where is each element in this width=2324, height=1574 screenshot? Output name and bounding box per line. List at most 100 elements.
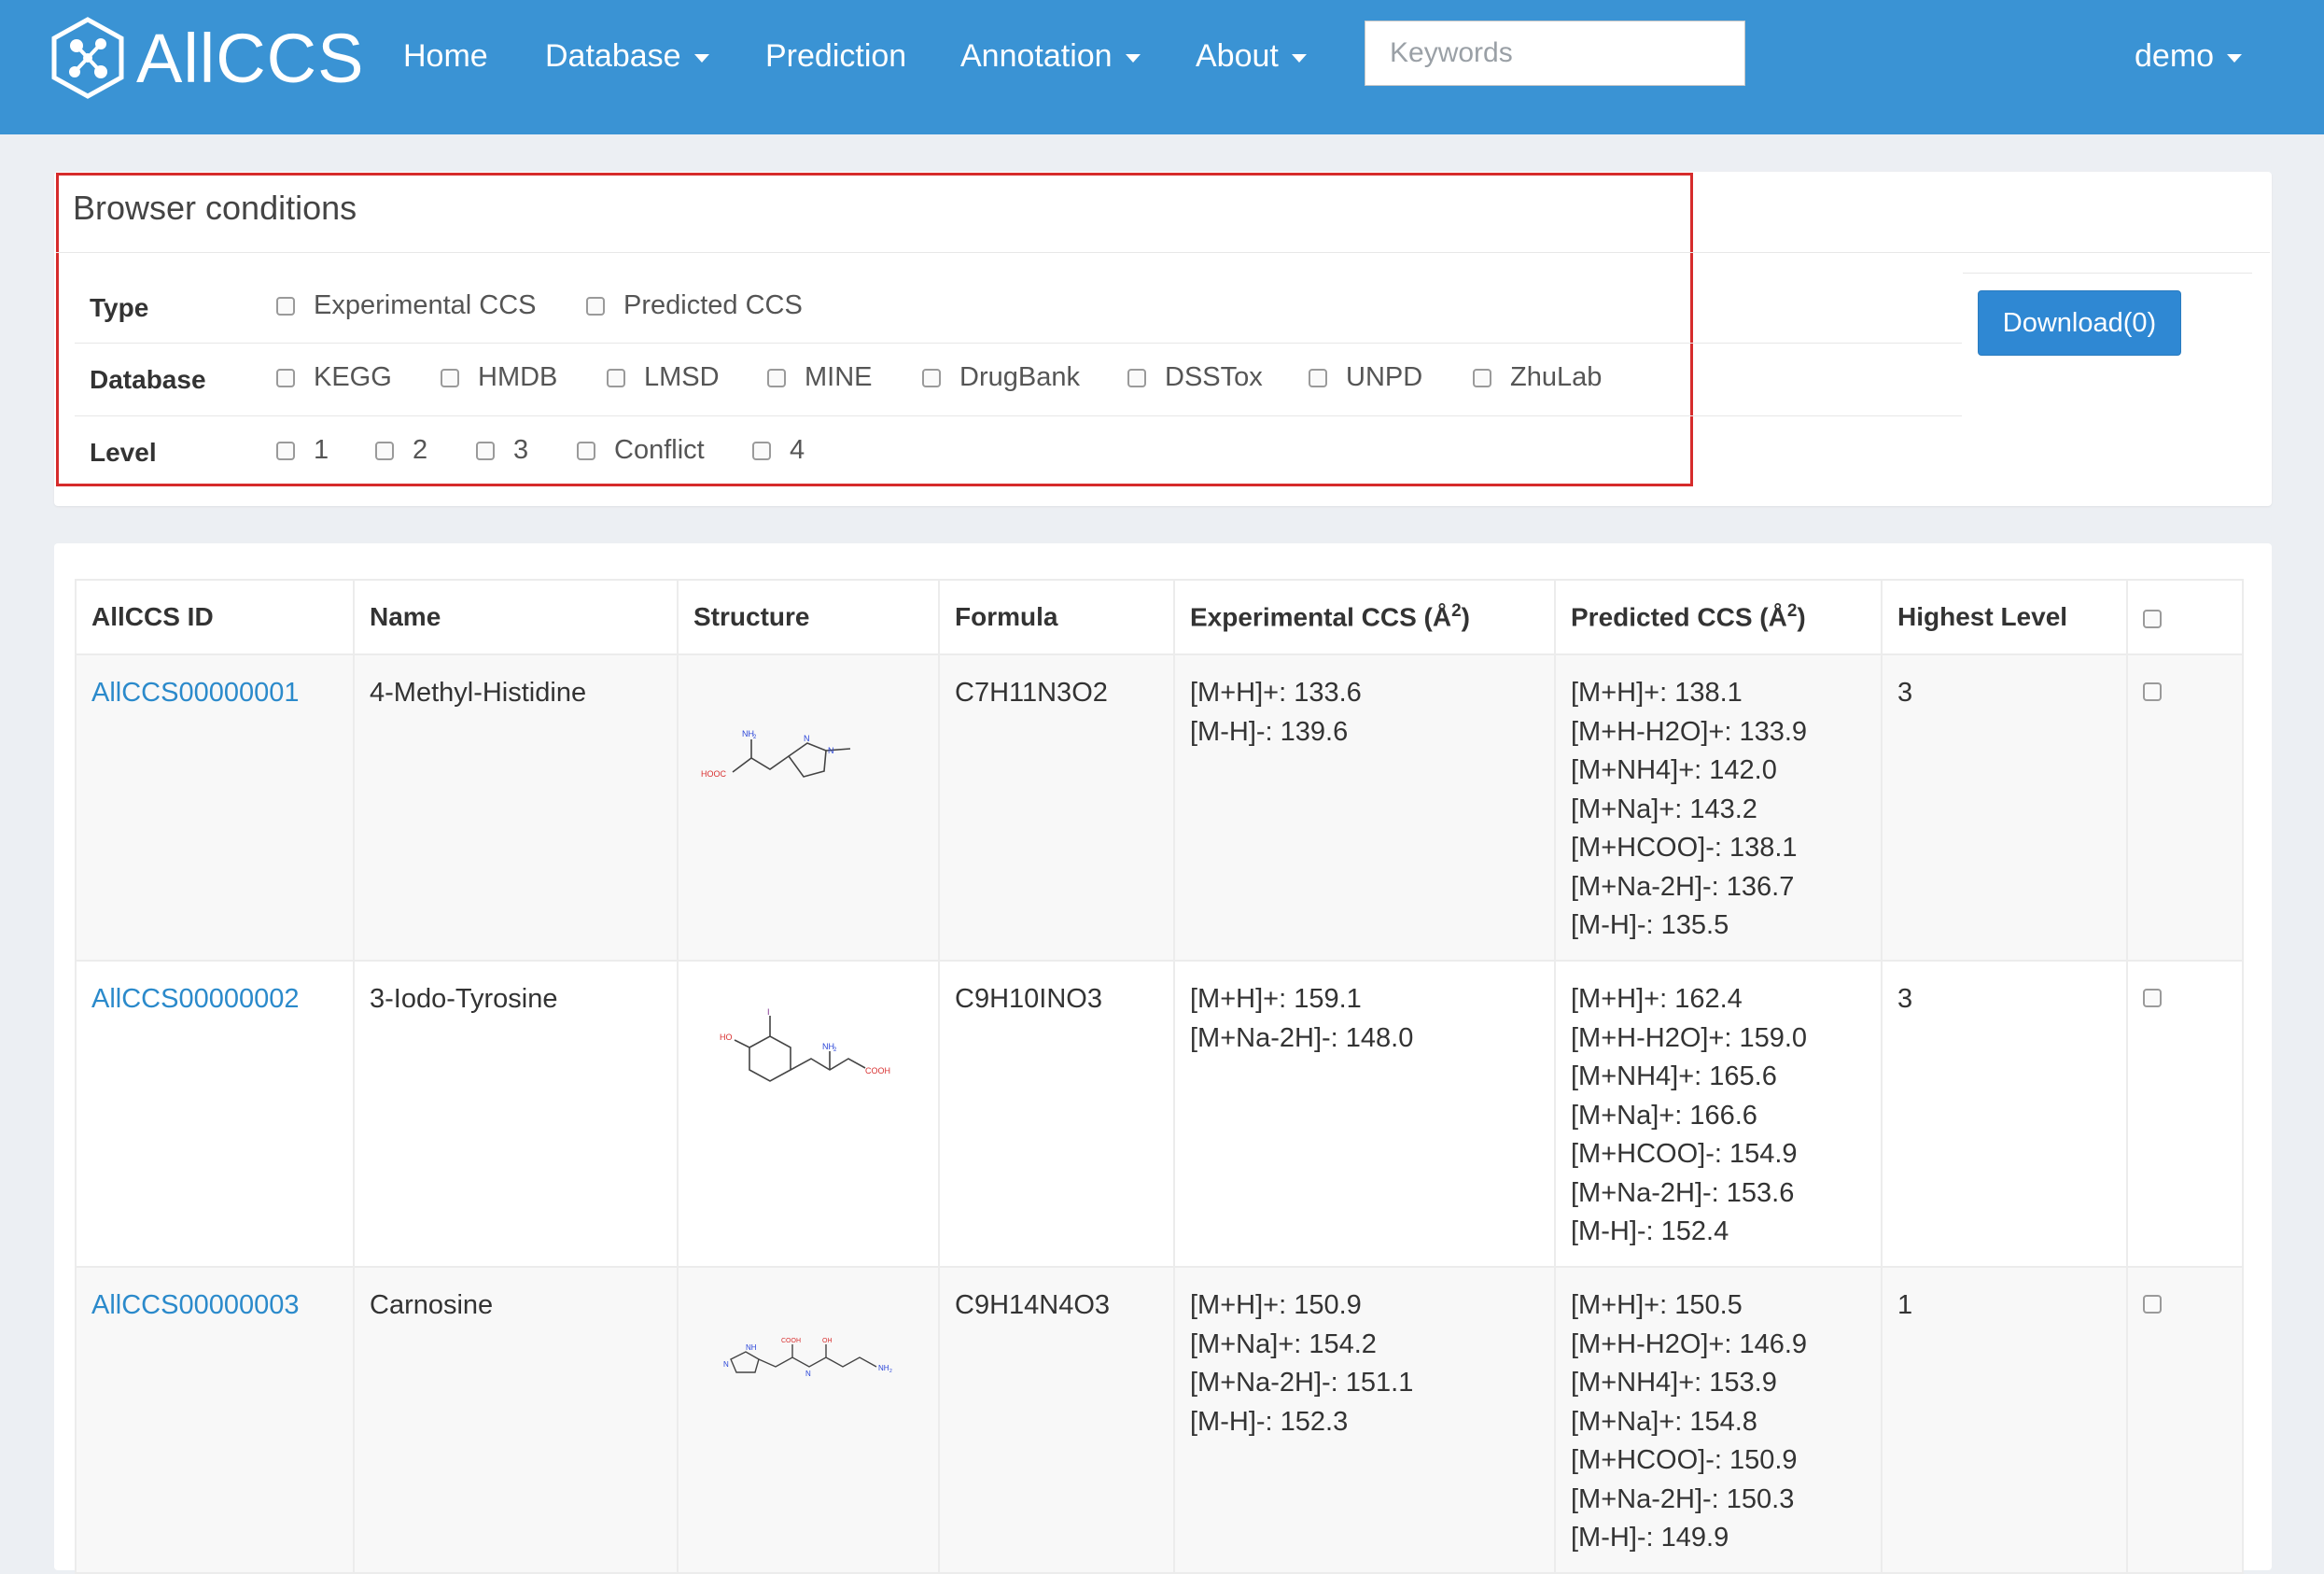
structure-cell: NH 2 HOOC N N: [677, 653, 940, 962]
checkbox-label: Conflict: [614, 435, 705, 465]
molecule-hexagon-icon: [51, 17, 124, 99]
structure-cell: I HO NH 2 COOH: [677, 960, 940, 1268]
checkbox-hmdb[interactable]: HMDB: [441, 362, 557, 393]
col-header-formula[interactable]: Formula: [938, 579, 1175, 655]
checkbox-predicted-ccs[interactable]: Predicted CCS: [586, 290, 803, 321]
user-menu-dropdown[interactable]: demo: [2135, 34, 2243, 78]
caret-down-icon: [1125, 53, 1141, 63]
ccs-value: [M+Na]+: 154.8: [1571, 1406, 1757, 1437]
checkbox-label: DrugBank: [959, 362, 1080, 392]
structure-label: COOH: [865, 1066, 890, 1075]
checkbox-level-conflict[interactable]: Conflict: [577, 435, 705, 466]
checkbox-box[interactable]: [607, 368, 625, 387]
caret-down-icon: [1291, 53, 1307, 63]
checkbox-mine[interactable]: MINE: [767, 362, 873, 393]
brand-logo[interactable]: AllCCS: [49, 15, 364, 101]
download-button[interactable]: Download(0): [1978, 290, 2181, 356]
unit-superscript: 2: [1786, 601, 1798, 622]
checkbox-label: 4: [790, 435, 805, 465]
checkbox-box[interactable]: [375, 441, 394, 460]
structure-label: N: [805, 1370, 811, 1378]
checkbox-box[interactable]: [577, 441, 595, 460]
structure-image-3-iodo-tyrosine: I HO NH 2 COOH: [720, 1008, 890, 1082]
select-all-checkbox[interactable]: [2143, 609, 2162, 628]
checkbox-box[interactable]: [276, 368, 295, 387]
checkbox-kegg[interactable]: KEGG: [276, 362, 392, 393]
checkbox-label: ZhuLab: [1510, 362, 1603, 392]
experimental-ccs-cell: [M+H]+: 133.6 [M-H]-: 139.6: [1173, 653, 1556, 962]
highest-level-cell: 3: [1881, 960, 2128, 1268]
keyword-search-input[interactable]: [1365, 21, 1745, 86]
checkbox-dsstox[interactable]: DSSTox: [1127, 362, 1263, 393]
checkbox-box[interactable]: [1127, 368, 1146, 387]
checkbox-box[interactable]: [922, 368, 941, 387]
checkbox-drugbank[interactable]: DrugBank: [922, 362, 1080, 393]
checkbox-level-4[interactable]: 4: [752, 435, 805, 466]
formula-cell: C9H14N4O3: [938, 1266, 1175, 1574]
compound-id-link[interactable]: AllCCS00000003: [91, 1290, 299, 1320]
checkbox-box[interactable]: [1473, 368, 1491, 387]
row-select-checkbox[interactable]: [2143, 1295, 2162, 1314]
checkbox-box[interactable]: [441, 368, 459, 387]
ccs-value: [M+Na]+: 143.2: [1571, 794, 1757, 824]
checkbox-level-1[interactable]: 1: [276, 435, 329, 466]
structure-label: 2: [753, 735, 757, 740]
col-header-name[interactable]: Name: [353, 579, 679, 655]
row-select-checkbox[interactable]: [2143, 682, 2162, 701]
structure-label: N: [804, 734, 810, 743]
ccs-value: [M+Na-2H]-: 136.7: [1571, 871, 1795, 902]
checkbox-box[interactable]: [276, 441, 295, 460]
ccs-value: [M+Na-2H]-: 151.1: [1190, 1368, 1414, 1398]
nav-prediction[interactable]: Prediction: [765, 34, 906, 78]
ccs-value: [M+Na-2H]-: 150.3: [1571, 1483, 1795, 1514]
header-text: Predicted CCS (Å: [1571, 602, 1787, 632]
nav-database-dropdown[interactable]: Database: [545, 34, 709, 78]
compound-id-link[interactable]: AllCCS00000002: [91, 984, 299, 1014]
nav-about-dropdown[interactable]: About: [1196, 34, 1307, 78]
checkbox-label: UNPD: [1346, 362, 1423, 392]
checkbox-level-2[interactable]: 2: [375, 435, 427, 466]
predicted-ccs-cell: [M+H]+: 138.1 [M+H-H2O]+: 133.9 [M+NH4]+…: [1554, 653, 1883, 962]
checkbox-lmsd[interactable]: LMSD: [607, 362, 720, 393]
ccs-value: [M-H]-: 152.3: [1190, 1406, 1349, 1437]
nav-annotation-dropdown[interactable]: Annotation: [960, 34, 1141, 78]
results-table: AllCCS ID Name Structure Formula Experim…: [75, 579, 2244, 1574]
structure-label: 2: [833, 1047, 837, 1053]
structure-label: NH: [746, 1343, 757, 1352]
checkbox-box[interactable]: [476, 441, 495, 460]
checkbox-box[interactable]: [767, 368, 786, 387]
ccs-value: [M+H]+: 133.6: [1190, 678, 1362, 708]
checkbox-level-3[interactable]: 3: [476, 435, 528, 466]
checkbox-experimental-ccs[interactable]: Experimental CCS: [276, 290, 537, 321]
highest-level-cell: 3: [1881, 653, 2128, 962]
col-header-id[interactable]: AllCCS ID: [75, 579, 355, 655]
checkbox-box[interactable]: [1309, 368, 1327, 387]
caret-down-icon: [2227, 53, 2243, 63]
row-select-checkbox[interactable]: [2143, 989, 2162, 1007]
table-row: AllCCS00000001 4-Methyl-Histidine NH 2 H…: [75, 653, 2244, 962]
nav-database-label: Database: [545, 38, 681, 74]
checkbox-unpd[interactable]: UNPD: [1309, 362, 1422, 393]
checkbox-box[interactable]: [276, 296, 295, 316]
nav-home[interactable]: Home: [403, 34, 488, 78]
checkbox-box[interactable]: [586, 296, 605, 316]
formula-cell: C9H10INO3: [938, 960, 1175, 1268]
col-header-predicted-ccs[interactable]: Predicted CCS (Å2): [1554, 579, 1883, 655]
compound-id-link[interactable]: AllCCS00000001: [91, 678, 299, 708]
nav-home-label: Home: [403, 38, 488, 74]
header-text: Experimental CCS (Å: [1190, 602, 1452, 632]
structure-label: 2: [889, 1369, 892, 1374]
checkbox-zhulab[interactable]: ZhuLab: [1473, 362, 1602, 393]
checkbox-label: Experimental CCS: [314, 290, 537, 320]
structure-label: HO: [720, 1033, 733, 1042]
name-cell: Carnosine: [353, 1266, 679, 1574]
col-header-select-all[interactable]: [2126, 579, 2244, 655]
predicted-ccs-cell: [M+H]+: 162.4 [M+H-H2O]+: 159.0 [M+NH4]+…: [1554, 960, 1883, 1268]
checkbox-box[interactable]: [752, 441, 771, 460]
col-header-experimental-ccs[interactable]: Experimental CCS (Å2): [1173, 579, 1556, 655]
table-header-row: AllCCS ID Name Structure Formula Experim…: [75, 579, 2244, 655]
ccs-value: [M+Na]+: 154.2: [1190, 1328, 1377, 1359]
col-header-highest-level[interactable]: Highest Level: [1881, 579, 2128, 655]
structure-label: N: [723, 1360, 729, 1369]
structure-image-carnosine: NH N COOH OH N NH 2: [723, 1338, 892, 1378]
